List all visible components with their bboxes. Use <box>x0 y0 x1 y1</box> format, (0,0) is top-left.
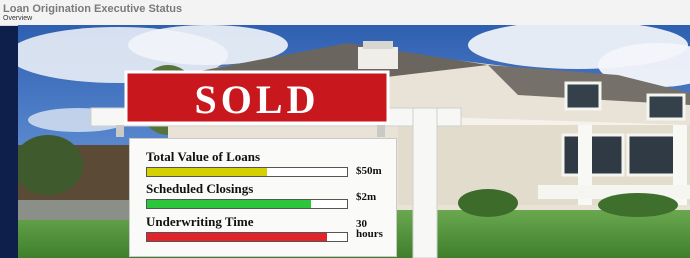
progress-bar <box>146 199 348 209</box>
metric-value: $2m <box>356 191 377 203</box>
metric-label: Scheduled Closings <box>146 181 254 196</box>
metric-value: $50m <box>356 165 382 177</box>
progress-fill <box>147 233 327 241</box>
progress-fill <box>147 200 311 208</box>
sold-banner-text: SOLD <box>195 77 320 122</box>
metric-value-line-2: hours <box>356 228 383 240</box>
header-bar: Loan Origination Executive Status Overvi… <box>0 0 690 26</box>
page-title: Loan Origination Executive Status <box>3 3 183 15</box>
metric-label: Total Value of Loans <box>146 149 261 164</box>
progress-fill <box>147 168 267 176</box>
status-board: Total Value of Loans $50m Scheduled Clos… <box>129 138 397 257</box>
page-subtitle: Overview <box>3 15 33 22</box>
progress-bar <box>146 167 348 177</box>
progress-bar <box>146 232 348 242</box>
metric-label: Underwriting Time <box>146 214 254 229</box>
